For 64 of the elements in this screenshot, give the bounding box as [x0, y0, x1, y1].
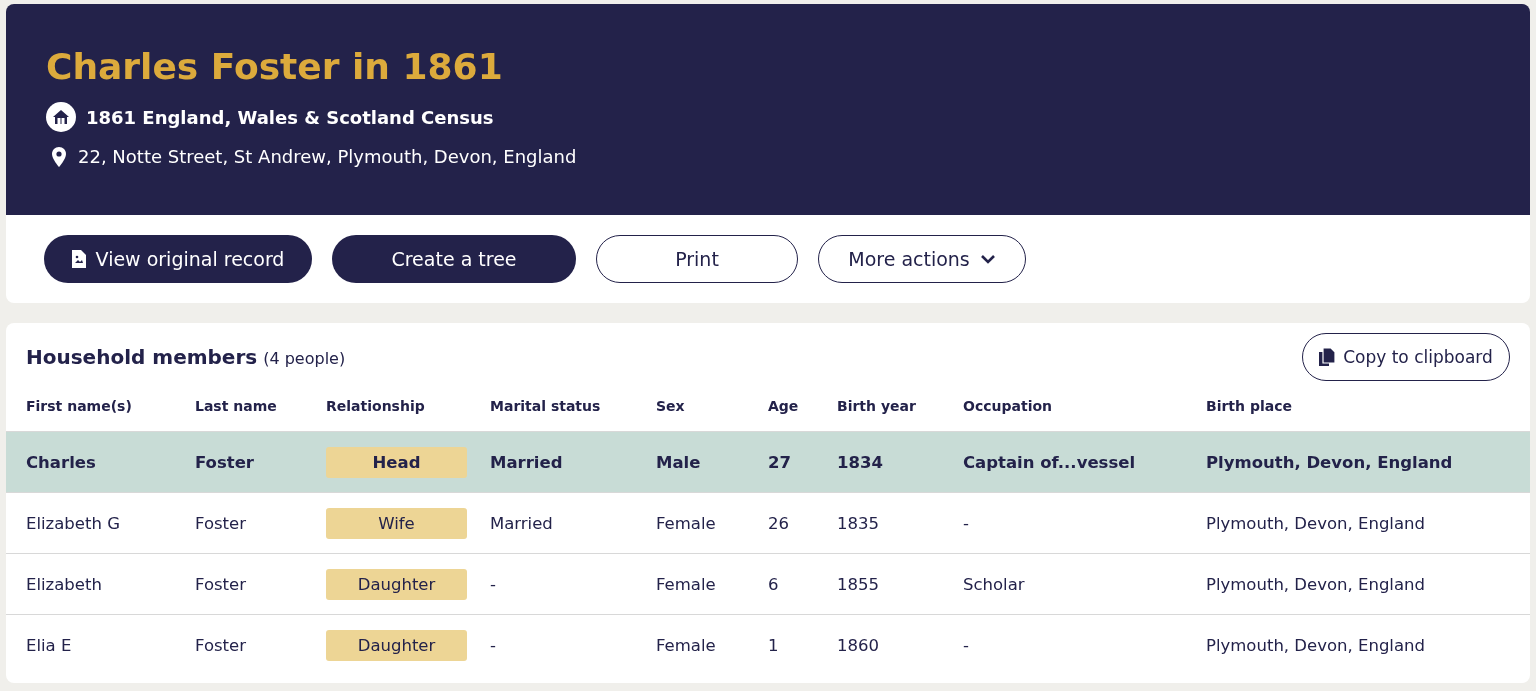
table-row[interactable]: Elizabeth G Foster Wife Married Female 26 1835 - Plymouth, Devon, England: [6, 492, 1530, 553]
table-cell-text: Plymouth, Devon, England: [1206, 452, 1454, 472]
table-cell-text: 1834: [837, 452, 884, 472]
table-cell-text: Married: [490, 513, 554, 533]
table-cell-text: Elia E: [26, 635, 73, 655]
table-cell-text: Scholar: [963, 574, 1026, 594]
action-button[interactable]: View original record: [44, 235, 312, 283]
column-header: Sex: [656, 398, 686, 414]
table-cell-text: -: [963, 635, 970, 655]
table-cell-text: -: [490, 635, 497, 655]
table-cell-text: 1: [768, 635, 780, 655]
section-title: Household members: [26, 345, 258, 369]
selected-table-row[interactable]: Charles Foster Head Married Male 27 1834 Captain of...vessel Plymouth, Devon, England: [6, 431, 1530, 492]
column-header: First name(s): [26, 398, 133, 414]
table-cell-text: Plymouth, Devon, England: [1206, 513, 1426, 533]
table-cell-text: Married: [490, 452, 564, 472]
column-header: Birth place: [1206, 398, 1293, 414]
copy-button[interactable]: Copy to clipboard: [1302, 333, 1510, 381]
table-cell-text: 1860: [837, 635, 880, 655]
column-header: Occupation: [963, 398, 1053, 414]
column-header: Last name: [195, 398, 278, 414]
table-cell-text: 26: [768, 513, 790, 533]
relationship-badge: Daughter: [326, 568, 467, 600]
action-button[interactable]: Print: [596, 235, 798, 283]
table-cell-text: Plymouth, Devon, England: [1206, 635, 1426, 655]
table-cell-text: -: [490, 574, 497, 594]
table-cell-text: 27: [768, 452, 792, 472]
people-count: (4 people): [263, 349, 346, 368]
table-cell-text: 1855: [837, 574, 880, 594]
table-cell-text: Elizabeth G: [26, 513, 121, 533]
table-cell-text: Foster: [195, 452, 255, 472]
table-cell-text: 6: [768, 574, 780, 594]
table-cell-text: Foster: [195, 635, 247, 655]
table-row[interactable]: Elia E Foster Daughter - Female 1 1860 - Plymouth, Devon, England: [6, 614, 1530, 675]
table-cell-text: -: [963, 513, 970, 533]
table-cell-text: Captain of...vessel: [963, 452, 1137, 472]
house-icon: [46, 102, 76, 132]
column-header: Relationship: [326, 398, 426, 414]
column-header: Age: [768, 398, 800, 414]
relationship-badge: Wife: [326, 507, 467, 539]
table-cell-text: Foster: [195, 574, 247, 594]
table-cell-text: Elizabeth: [26, 574, 103, 594]
column-header: Marital status: [490, 398, 602, 414]
collection-name: 1861 England, Wales & Scotland Census: [86, 106, 494, 128]
table-row[interactable]: Elizabeth Foster Daughter - Female 6 1855 Scholar Plymouth, Devon, England: [6, 553, 1530, 614]
table-cell-text: Plymouth, Devon, England: [1206, 574, 1426, 594]
action-button[interactable]: Create a tree: [332, 235, 576, 283]
table-cell-text: Female: [656, 513, 717, 533]
table-cell-text: Female: [656, 635, 717, 655]
record-title: Charles Foster in 1861: [46, 45, 504, 89]
chevron-down-icon: [979, 254, 996, 264]
more-actions-button[interactable]: More actions: [818, 235, 1026, 283]
column-header: Birth year: [837, 398, 917, 414]
table-cell-text: Foster: [195, 513, 247, 533]
relationship-badge: Head: [326, 446, 467, 478]
relationship-badge: Daughter: [326, 629, 467, 661]
copy-icon: [1319, 348, 1336, 366]
table-cell-text: 1835: [837, 513, 880, 533]
location-pin-icon: [52, 146, 66, 167]
document-icon: [71, 250, 86, 268]
table-cell-text: Male: [656, 452, 702, 472]
address-text: 22, Notte Street, St Andrew, Plymouth, Devon, England: [78, 146, 577, 167]
table-cell-text: Charles: [26, 452, 97, 472]
table-cell-text: Female: [656, 574, 717, 594]
